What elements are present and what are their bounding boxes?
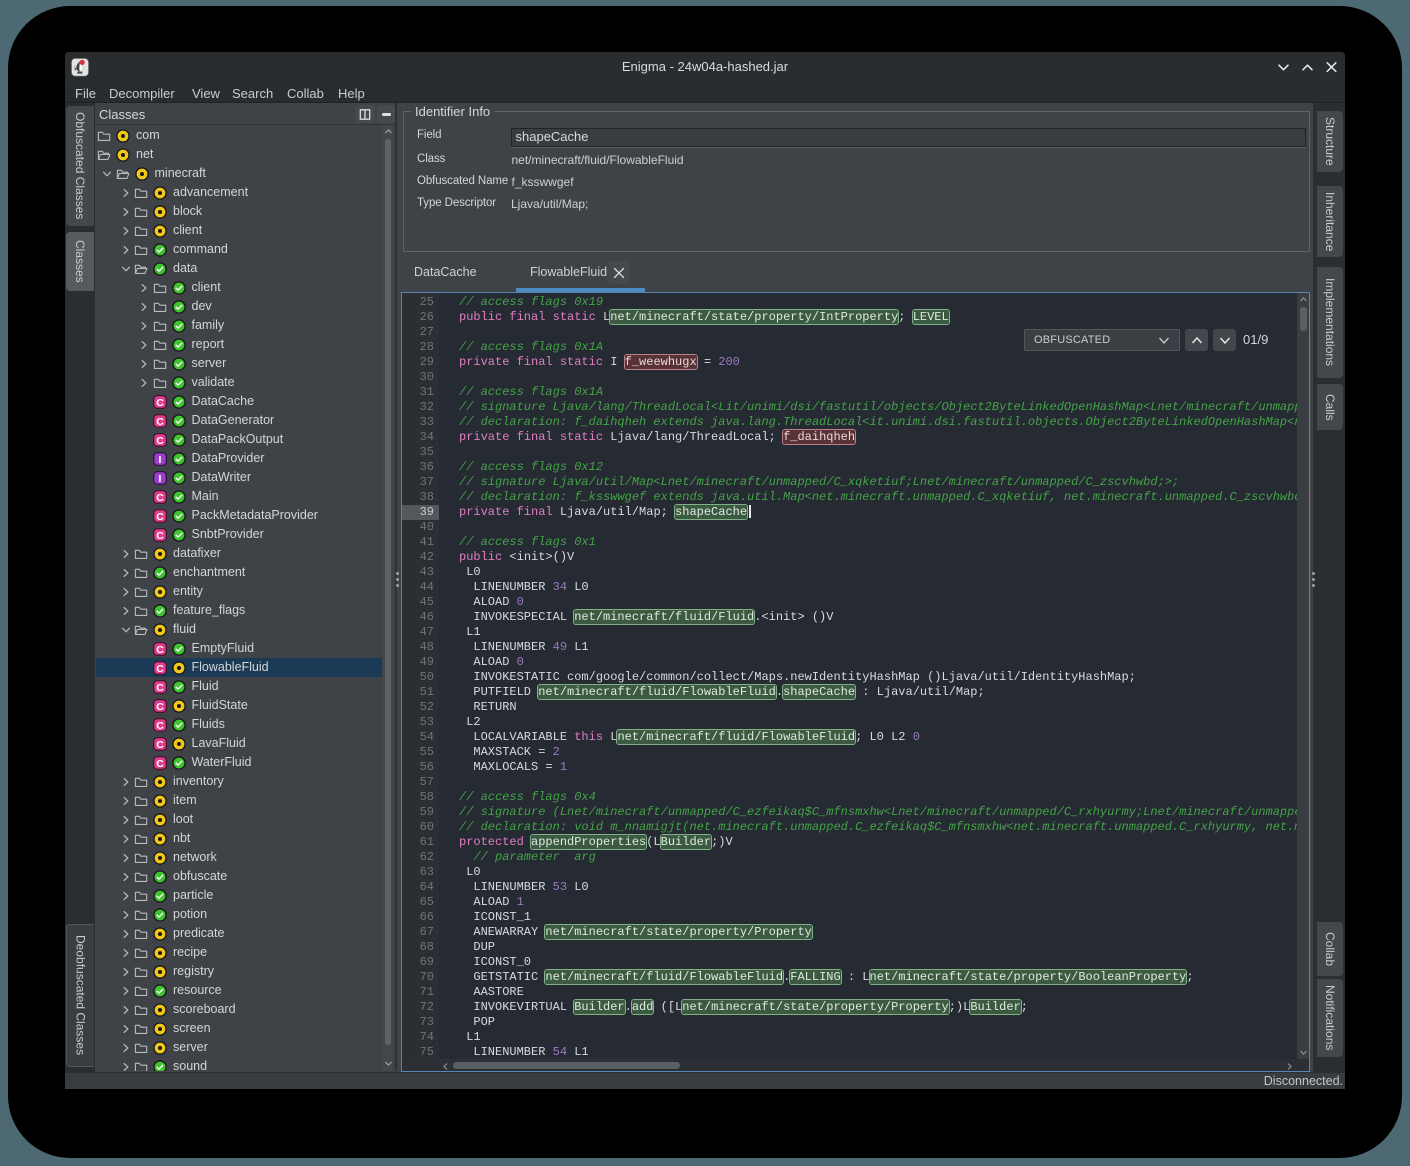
svg-text:C: C <box>156 720 164 732</box>
svg-text:C: C <box>156 511 164 523</box>
svg-text:C: C <box>156 416 164 428</box>
svg-text:C: C <box>156 435 164 447</box>
svg-text:C: C <box>156 701 164 713</box>
svg-text:C: C <box>156 492 164 504</box>
svg-text:I: I <box>158 454 161 466</box>
svg-text:C: C <box>156 739 164 751</box>
svg-text:C: C <box>156 397 164 409</box>
svg-text:I: I <box>158 473 161 485</box>
svg-text:C: C <box>156 644 164 656</box>
svg-text:C: C <box>156 758 164 770</box>
svg-text:C: C <box>156 530 164 542</box>
svg-text:C: C <box>156 682 164 694</box>
svg-text:C: C <box>156 663 164 675</box>
